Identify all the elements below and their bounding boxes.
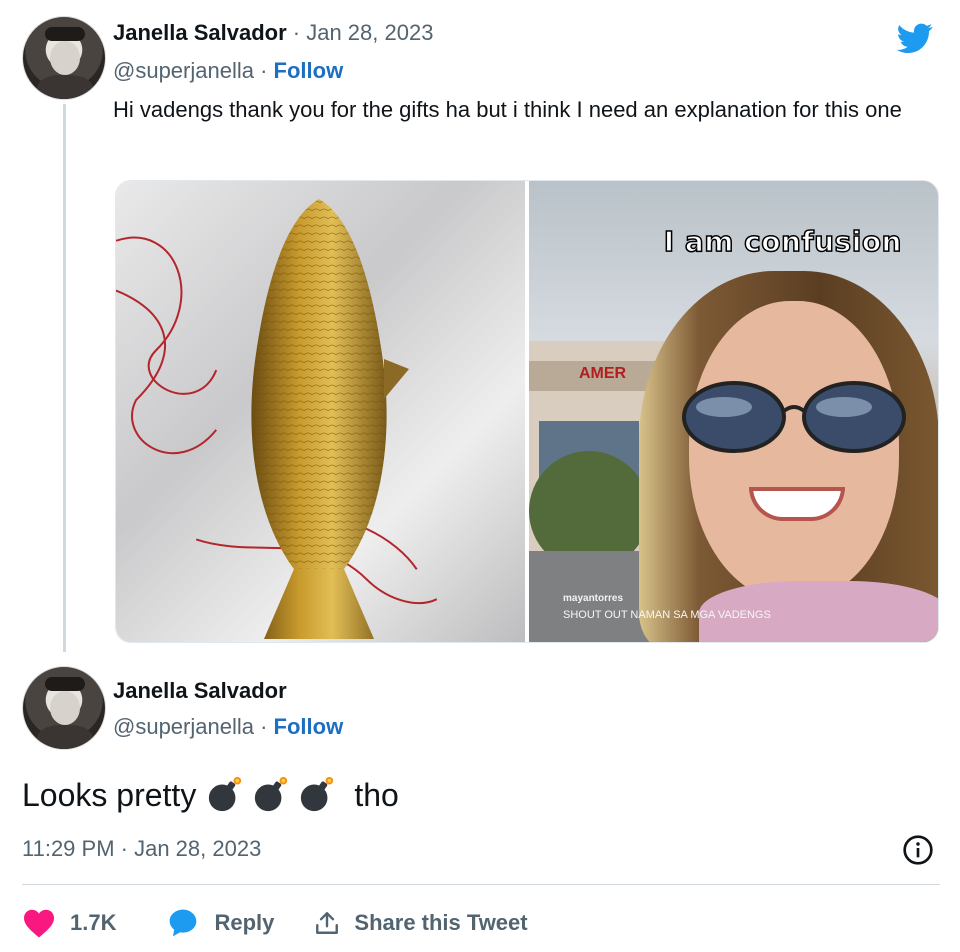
- bomb-icon: [255, 776, 288, 812]
- follow-button[interactable]: Follow: [274, 58, 344, 83]
- heart-icon: [24, 909, 54, 938]
- avatar-face: [50, 41, 80, 75]
- tweet-date[interactable]: Jan 28, 2023: [306, 20, 433, 45]
- share-label: Share this Tweet: [354, 910, 528, 935]
- divider: [22, 884, 940, 885]
- bomb-icon: [209, 776, 242, 812]
- author-avatar[interactable]: [22, 16, 106, 100]
- tweet2-header: Janella Salvador: [113, 678, 287, 704]
- tweet2-text-before: Looks pretty: [22, 776, 197, 813]
- tweet2-text: Looks pretty tho: [22, 776, 399, 814]
- avatar-bow: [45, 677, 85, 691]
- info-icon[interactable]: [902, 834, 934, 866]
- like-button[interactable]: 1.7K: [22, 908, 116, 938]
- golden-fish: [251, 199, 409, 639]
- avatar-dress: [37, 75, 93, 99]
- tweet-media[interactable]: AMER I am confusion mayantorres SHOUT OU…: [115, 180, 939, 643]
- tweet-timestamp[interactable]: 11:29 PM · Jan 28, 2023: [22, 836, 261, 862]
- author-avatar[interactable]: [22, 666, 106, 750]
- tweet-actions: 1.7K Reply Share this Tweet: [22, 904, 528, 942]
- meme-caption: I am confusion: [663, 224, 902, 259]
- author-handle[interactable]: @superjanella: [113, 58, 254, 83]
- separator: ·: [286, 20, 307, 45]
- reaction-photo[interactable]: AMER I am confusion mayantorres SHOUT OU…: [529, 181, 938, 642]
- bomb-emoji-group: [206, 776, 336, 814]
- watermark-user: mayantorres: [563, 593, 624, 604]
- tweet1-handle-row: @superjanella · Follow: [113, 58, 343, 84]
- reply-icon: [170, 909, 197, 937]
- tweet1-header: Janella Salvador · Jan 28, 2023: [113, 20, 433, 46]
- share-icon: [316, 912, 339, 934]
- watermark-text: SHOUT OUT NAMAN SA MGA VADENGS: [563, 609, 771, 621]
- sunglasses: [682, 381, 906, 453]
- tweet2-handle-row: @superjanella · Follow: [113, 714, 343, 740]
- author-handle[interactable]: @superjanella: [113, 714, 254, 739]
- avatar-dress: [37, 725, 93, 749]
- avatar-face: [50, 691, 80, 725]
- bomb-icon: [301, 776, 334, 812]
- separator: ·: [253, 58, 274, 83]
- share-button[interactable]: Share this Tweet: [314, 909, 528, 937]
- tweet2-text-after: tho: [354, 776, 399, 813]
- follow-button[interactable]: Follow: [274, 714, 344, 739]
- twitter-bird-icon[interactable]: [893, 20, 937, 56]
- fish-photo[interactable]: [116, 181, 525, 642]
- tweet1-text: Hi vadengs thank you for the gifts ha bu…: [113, 97, 902, 122]
- reply-label: Reply: [214, 910, 275, 935]
- avatar-bow: [45, 27, 85, 41]
- author-name[interactable]: Janella Salvador: [113, 678, 287, 703]
- author-name[interactable]: Janella Salvador: [113, 20, 287, 45]
- reply-button[interactable]: Reply: [166, 907, 274, 939]
- like-count: 1.7K: [70, 910, 117, 935]
- mall-sign: AMER: [579, 365, 627, 382]
- separator: ·: [253, 714, 274, 739]
- thread-line: [63, 104, 66, 652]
